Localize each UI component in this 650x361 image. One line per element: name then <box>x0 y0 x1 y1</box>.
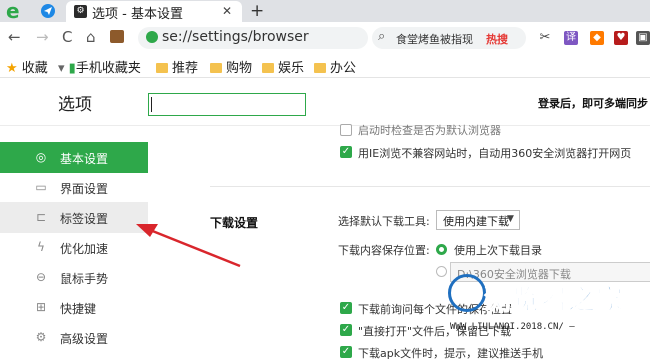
folder-icon <box>156 63 168 73</box>
sidebar-item-optimize[interactable]: ϟ 优化加速 <box>0 232 148 263</box>
folder-icon <box>262 63 274 73</box>
last-dir-radio[interactable] <box>436 244 447 255</box>
sidebar-item-label: 基本设置 <box>60 152 109 166</box>
shield-ext-icon[interactable]: ♥ <box>614 31 628 45</box>
watermark-text: 浏览器之家 <box>484 285 624 317</box>
bookmarks-bar: ★ 收藏 ▾ ▮手机收藏夹 推荐 购物 娱乐 办公 <box>0 54 650 78</box>
chevron-down-icon: ▾ <box>58 61 65 76</box>
bookmark-mobile-label: 手机收藏夹 <box>75 61 141 76</box>
toolbar: ← → C ⌂ se://settings/browser ⌕ 食堂烤鱼被指现 … <box>0 22 650 54</box>
home-button[interactable]: ⌂ <box>86 28 96 46</box>
address-bar[interactable]: se://settings/browser <box>138 27 368 49</box>
settings-favicon-icon: ⚙ <box>74 5 87 18</box>
ask-before-download-checkbox[interactable]: ✓ <box>340 302 352 314</box>
mouse-icon: ⊖ <box>35 270 47 284</box>
page-title: 选项 <box>58 95 92 115</box>
startup-default-label: 启动时检查是否为默认浏览器 <box>358 124 501 137</box>
sidebar-item-label: 高级设置 <box>60 332 109 346</box>
forward-button[interactable]: → <box>36 28 49 46</box>
gear-icon: ◎ <box>35 150 47 164</box>
direct-open-checkbox[interactable]: ✓ <box>340 324 352 336</box>
folder-label: 娱乐 <box>278 61 305 76</box>
sidebar-item-label: 优化加速 <box>60 242 109 256</box>
keyboard-icon: ⊞ <box>35 300 47 314</box>
send-icon <box>41 4 55 18</box>
folder-label: 办公 <box>330 61 357 76</box>
settings-sidebar: ◎ 基本设置 ▭ 界面设置 ⊏ 标签设置 ϟ 优化加速 ⊖ 鼠标手势 ⊞ 快捷键… <box>0 126 210 354</box>
download-section-title: 下载设置 <box>210 216 259 230</box>
search-icon: ⌕ <box>378 29 386 44</box>
search-query: 食堂烤鱼被指现 <box>396 33 473 46</box>
menu-ext-icon[interactable]: ▣ <box>636 31 650 45</box>
active-tab[interactable]: ⚙ 选项 - 基本设置 ✕ <box>66 1 242 22</box>
bookmark-folder-office[interactable]: 办公 <box>314 57 356 76</box>
browser-logo-icon[interactable]: e <box>6 1 30 21</box>
custom-dir-radio[interactable] <box>436 266 447 277</box>
bookmark-folder-entertainment[interactable]: 娱乐 <box>262 57 304 76</box>
tab-icon: ⊏ <box>35 210 47 224</box>
translate-icon[interactable]: 译 <box>564 31 578 45</box>
search-box[interactable]: ⌕ 食堂烤鱼被指现 热搜 <box>372 27 526 49</box>
star-icon: ★ <box>6 61 18 76</box>
hot-search-label[interactable]: 热搜 <box>486 31 508 47</box>
reload-button[interactable]: C <box>62 28 72 46</box>
phone-icon: ▮ <box>68 61 76 76</box>
sidebar-item-label: 标签设置 <box>60 212 109 226</box>
default-tool-value: 使用内建下载 <box>443 215 509 228</box>
bookmark-favorites-label: 收藏 <box>21 61 48 76</box>
default-tool-label: 选择默认下载工具: <box>338 215 430 228</box>
back-button[interactable]: ← <box>8 28 21 46</box>
sidebar-item-tabs[interactable]: ⊏ 标签设置 <box>0 202 148 233</box>
sidebar-item-label: 快捷键 <box>60 302 97 316</box>
section-divider <box>210 186 650 187</box>
save-location-label: 下载内容保存位置: <box>338 244 430 257</box>
last-dir-label: 使用上次下载目录 <box>454 244 542 257</box>
chevron-down-icon: ▼ <box>507 214 514 224</box>
folder-icon <box>210 63 222 73</box>
settings-header: 选项 登录后，即可多端同步 <box>0 78 650 126</box>
apk-push-checkbox[interactable]: ✓ <box>340 346 352 358</box>
ie-incompatible-checkbox[interactable]: ✓ <box>340 146 352 158</box>
watermark-logo-icon <box>448 274 486 312</box>
options-search-input[interactable] <box>148 93 306 116</box>
folder-icon <box>314 63 326 73</box>
tab-title: 选项 - 基本设置 <box>92 7 183 22</box>
scissors-icon[interactable]: ✂ <box>538 31 552 45</box>
folder-label: 购物 <box>226 61 253 76</box>
window-icon: ▭ <box>35 180 47 194</box>
default-tool-select[interactable]: 使用内建下载 ▼ <box>436 210 520 230</box>
sidebar-item-advanced[interactable]: ⚙ 高级设置 <box>0 322 148 353</box>
new-tab-button[interactable]: + <box>250 1 264 21</box>
address-url: se://settings/browser <box>162 29 309 45</box>
bookmark-folder-recommend[interactable]: 推荐 <box>156 57 198 76</box>
sidebar-item-label: 界面设置 <box>60 182 109 196</box>
folder-label: 推荐 <box>172 61 199 76</box>
text-caret <box>151 97 152 112</box>
site-watermark: 浏览器之家 WWW.LIULANQI.2018.CN/ — <box>448 274 648 350</box>
ie-incompatible-label: 用IE浏览不兼容网站时，自动用360安全浏览器打开网页 <box>358 147 632 160</box>
watermark-url: WWW.LIULANQI.2018.CN/ — <box>450 322 575 332</box>
sidebar-item-interface[interactable]: ▭ 界面设置 <box>0 172 148 203</box>
tab-bar: e ⚙ 选项 - 基本设置 ✕ + <box>0 0 650 22</box>
login-sync-hint[interactable]: 登录后，即可多端同步 <box>538 95 648 111</box>
sidebar-item-mouse-gesture[interactable]: ⊖ 鼠标手势 <box>0 262 148 293</box>
sidebar-item-shortcuts[interactable]: ⊞ 快捷键 <box>0 292 148 323</box>
lightning-icon: ϟ <box>37 240 45 254</box>
briefcase-icon[interactable] <box>110 30 124 43</box>
close-tab-icon[interactable]: ✕ <box>222 4 232 18</box>
bookmark-folder-shopping[interactable]: 购物 <box>210 57 252 76</box>
bookmark-mobile[interactable]: ▾ ▮手机收藏夹 <box>58 57 141 76</box>
pinned-tab[interactable] <box>36 3 60 19</box>
startup-default-checkbox[interactable] <box>340 124 352 136</box>
bookmark-favorites[interactable]: ★ 收藏 <box>6 57 48 76</box>
sidebar-item-label: 鼠标手势 <box>60 272 109 286</box>
sliders-icon: ⚙ <box>35 330 47 344</box>
game-icon[interactable]: ◆ <box>590 31 604 45</box>
sidebar-item-basic[interactable]: ◎ 基本设置 <box>0 142 148 173</box>
secure-icon <box>146 31 158 43</box>
